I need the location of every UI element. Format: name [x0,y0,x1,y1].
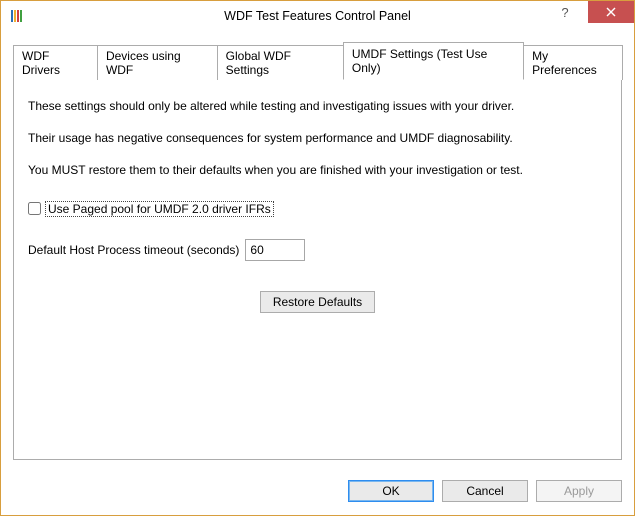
tab-panel: These settings should only be altered wh… [13,79,622,460]
tab-wdf-drivers[interactable]: WDF Drivers [13,45,98,80]
tab-devices-using-wdf[interactable]: Devices using WDF [97,45,218,80]
app-icon [9,8,25,24]
apply-button[interactable]: Apply [536,480,622,502]
tab-my-preferences[interactable]: My Preferences [523,45,623,80]
warning-text-1: These settings should only be altered wh… [28,98,607,114]
content-area: WDF Drivers Devices using WDF Global WDF… [1,31,634,472]
cancel-button[interactable]: Cancel [442,480,528,502]
timeout-label: Default Host Process timeout (seconds) [28,243,239,257]
tab-umdf-settings[interactable]: UMDF Settings (Test Use Only) [343,42,524,80]
tab-global-wdf-settings[interactable]: Global WDF Settings [217,45,344,80]
tab-strip: WDF Drivers Devices using WDF Global WDF… [13,41,622,79]
timeout-input[interactable] [245,239,305,261]
ok-button[interactable]: OK [348,480,434,502]
title-buttons: ? [542,1,634,23]
warning-text-2: Their usage has negative consequences fo… [28,130,607,146]
paged-pool-checkbox[interactable] [28,202,41,215]
timeout-row: Default Host Process timeout (seconds) [28,239,607,261]
window-title: WDF Test Features Control Panel [1,9,634,23]
restore-row: Restore Defaults [28,291,607,313]
window-frame: WDF Test Features Control Panel ? WDF Dr… [0,0,635,516]
paged-pool-label[interactable]: Use Paged pool for UMDF 2.0 driver IFRs [45,201,274,217]
warning-text-3: You MUST restore them to their defaults … [28,162,607,178]
restore-defaults-button[interactable]: Restore Defaults [260,291,375,313]
button-bar: OK Cancel Apply [1,472,634,515]
paged-pool-row: Use Paged pool for UMDF 2.0 driver IFRs [28,201,607,217]
titlebar: WDF Test Features Control Panel ? [1,1,634,31]
close-button[interactable] [588,1,634,23]
help-button[interactable]: ? [542,1,588,23]
